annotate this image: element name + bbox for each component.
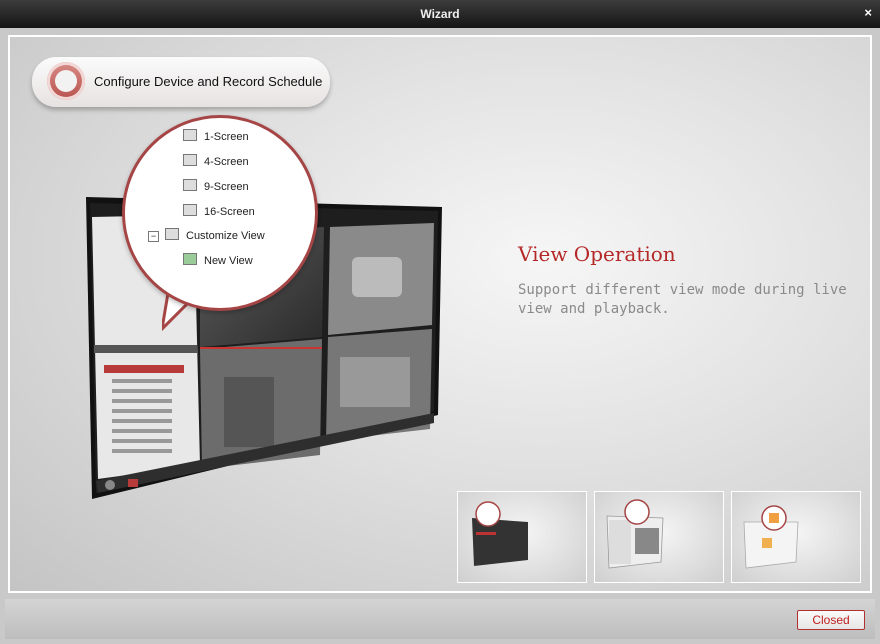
device-record-icon (47, 62, 85, 100)
window-title: Wizard (420, 7, 460, 21)
thumbnail-image (472, 501, 528, 566)
menu-item-16-screen[interactable]: 16-Screen (183, 204, 255, 218)
screen-9-icon (183, 179, 197, 191)
thumbnail-record-schedule[interactable] (731, 491, 861, 583)
title-bar: Wizard × (0, 0, 880, 28)
menu-item-4-screen[interactable]: 4-Screen (183, 154, 249, 168)
collapse-toggle-icon[interactable]: − (148, 231, 159, 242)
menu-item-label: New View (204, 255, 253, 267)
menu-item-new-view[interactable]: New View (183, 253, 253, 267)
menu-item-label: Customize View (186, 230, 265, 242)
step-header: Configure Device and Record Schedule (32, 57, 330, 107)
menu-item-customize-view[interactable]: − Customize View (148, 228, 265, 242)
feature-description: Support different view mode during live … (518, 282, 847, 317)
wizard-stage: Configure Device and Record Schedule 1-S… (8, 35, 872, 593)
screen-1-icon (183, 129, 197, 141)
screen-4-icon (183, 154, 197, 166)
menu-item-label: 1-Screen (204, 131, 249, 143)
customize-view-icon (165, 228, 179, 240)
thumbnail-device-list[interactable] (594, 491, 724, 583)
close-icon[interactable]: × (864, 5, 872, 20)
closed-button[interactable]: Closed (797, 610, 865, 630)
new-view-icon (183, 253, 197, 265)
menu-item-1-screen[interactable]: 1-Screen (183, 129, 249, 143)
step-title: Configure Device and Record Schedule (94, 74, 323, 89)
menu-item-label: 16-Screen (204, 206, 255, 218)
menu-item-label: 4-Screen (204, 156, 249, 168)
screen-16-icon (183, 204, 197, 216)
feature-title: View Operation (518, 242, 676, 266)
menu-item-label: 9-Screen (204, 181, 249, 193)
thumbnail-image (743, 505, 799, 569)
thumbnail-image (606, 499, 664, 569)
thumbnail-view-operation[interactable] (457, 491, 587, 583)
menu-item-9-screen[interactable]: 9-Screen (183, 179, 249, 193)
dialog-footer: Closed (5, 599, 875, 639)
